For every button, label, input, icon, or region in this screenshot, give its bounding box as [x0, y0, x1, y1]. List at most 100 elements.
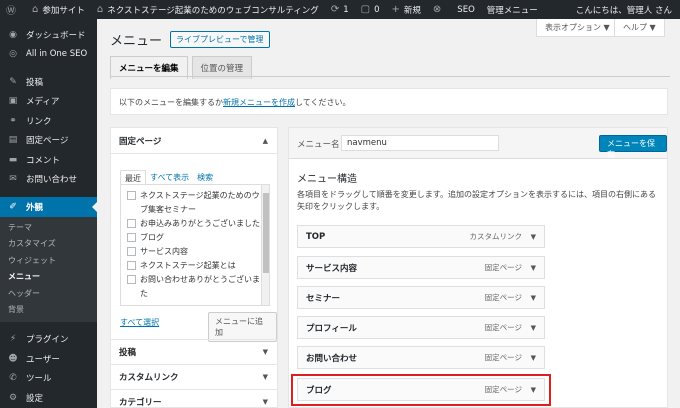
home-icon: ⌂ [96, 4, 104, 15]
menu-management: メニュー名 navmenu メニューを保存 メニュー構造 各項目をドラッグして順… [288, 127, 668, 408]
sidebar-item-links[interactable]: ⚭ リンク [0, 111, 97, 131]
appearance-submenu: テーマ カスタマイズ ウィジェット メニュー ヘッダー 背景 [0, 216, 97, 322]
expand-arrow-icon[interactable]: ▼ [531, 233, 536, 241]
live-preview-button[interactable]: ライブプレビューで管理 [170, 31, 270, 48]
scrollbar-thumb[interactable] [263, 193, 269, 273]
posts-section-header[interactable]: 投稿 ▼ [111, 339, 277, 364]
pin-icon: ✎ [9, 76, 17, 87]
my-sites-link[interactable]: ⌂ 参加サイト [26, 0, 91, 19]
admin-sidebar: ◉ ダッシュボード ◎ All in One SEO ✎ 投稿 ▣ メディア ⚭ リンク … [0, 19, 97, 408]
comments-link[interactable]: ▢ 0 [355, 0, 386, 19]
sidebar-item-appearance[interactable]: ✐ 外観 [0, 197, 97, 217]
wordpress-logo-icon: Ⓦ [6, 6, 16, 17]
new-content-link[interactable]: + 新規 [386, 0, 427, 19]
aioseo-icon: ⊗ [432, 4, 442, 15]
admin-bar: Ⓦ ⌂ 参加サイト ⌂ ネクストステージ起業のためのウェブコンサルティング ⟳ 1 ▢… [0, 0, 680, 19]
updates-icon: ⟳ [330, 4, 340, 15]
menu-item-top[interactable]: TOP カスタムリンク ▼ [297, 225, 545, 248]
categories-section-header[interactable]: カテゴリー ▼ [111, 389, 277, 408]
list-item: ネクストステージ起業とは [121, 259, 269, 273]
wrench-icon: ✆ [9, 373, 17, 384]
sidebar-item-dashboard[interactable]: ◉ ダッシュボード [0, 25, 97, 45]
page-header: メニュー ライブプレビューで管理 [110, 30, 270, 49]
tab-divider [110, 76, 670, 77]
brush-icon: ✐ [9, 201, 17, 212]
menu-item-services[interactable]: サービス内容 固定ページ ▼ [297, 256, 545, 279]
save-menu-button[interactable]: メニューを保存 [599, 135, 667, 159]
submenu-item-widgets[interactable]: ウィジェット [0, 253, 97, 270]
sidebar-item-aioseo[interactable]: ◎ All in One SEO [0, 45, 97, 65]
select-all-link[interactable]: すべて選択 [120, 317, 159, 328]
chevron-down-icon: ▼ [262, 398, 268, 406]
expand-arrow-icon[interactable]: ▼ [531, 354, 536, 362]
page-checkbox[interactable] [127, 261, 136, 270]
chevron-down-icon: ▼ [262, 373, 268, 381]
page-checkbox[interactable] [127, 247, 136, 256]
menu-item-seminar[interactable]: セミナー 固定ページ ▼ [297, 286, 545, 309]
sidebar-item-plugins[interactable]: ⚡ プラグイン [0, 330, 97, 350]
list-item: ネクストステージ起業のためのウェブ集客セミナー [121, 189, 269, 217]
submenu-item-background[interactable]: 背景 [0, 302, 97, 319]
menu-name-label: メニュー名 [297, 140, 340, 150]
sidebar-item-tools[interactable]: ✆ ツール [0, 369, 97, 389]
media-icon: ▣ [8, 96, 18, 107]
page-checkbox[interactable] [127, 233, 136, 242]
updates-link[interactable]: ⟳ 1 [325, 0, 355, 19]
menu-name-input[interactable]: navmenu [341, 135, 499, 151]
sidebar-item-posts[interactable]: ✎ 投稿 [0, 72, 97, 92]
expand-arrow-icon[interactable]: ▼ [531, 294, 536, 302]
page-title: メニュー [110, 34, 163, 49]
help-button[interactable]: ヘルプ ▼ [614, 19, 665, 37]
link-icon: ⚭ [9, 115, 17, 126]
plugin-icon: ⚡ [9, 334, 17, 345]
menu-structure-title: メニュー構造 [297, 174, 357, 185]
expand-arrow-icon[interactable]: ▼ [531, 324, 536, 332]
submenu-item-header[interactable]: ヘッダー [0, 286, 97, 303]
sidebar-item-settings[interactable]: ⚙ 設定 [0, 388, 97, 408]
list-item: ブログ [121, 231, 269, 245]
list-item: お問い合わせありがとうございました [121, 273, 269, 301]
sidebar-item-media[interactable]: ▣ メディア [0, 92, 97, 112]
submenu-item-customize[interactable]: カスタマイズ [0, 236, 97, 253]
add-to-menu-button[interactable]: メニューに追加 [208, 312, 277, 342]
sidebar-item-pages[interactable]: ▤ 固定ページ [0, 131, 97, 151]
menu-structure-description: 各項目をドラッグして順番を変更します。追加の設定オプションを表示するには、項目の… [297, 190, 656, 211]
chevron-down-icon: ▼ [262, 348, 268, 356]
create-new-menu-link[interactable]: 新規メニューを作成 [223, 98, 295, 107]
submenu-item-themes[interactable]: テーマ [0, 220, 97, 237]
highlight-box [291, 374, 551, 406]
aioseo-adminbar-link[interactable]: ⊗ [427, 0, 451, 19]
mail-icon: ✉ [9, 174, 17, 185]
aioseo-icon: ◎ [9, 49, 17, 60]
list-item: お申込みありがとうございました [121, 217, 269, 231]
pages-checklist: ネクストステージ起業のためのウェブ集客セミナー お申込みありがとうございました … [120, 184, 270, 306]
page-checkbox[interactable] [127, 191, 136, 200]
seo-link[interactable]: SEO [451, 0, 480, 19]
expand-arrow-icon[interactable]: ▼ [531, 264, 536, 272]
page-checkbox[interactable] [127, 275, 136, 284]
menu-item-profile[interactable]: プロフィール 固定ページ ▼ [297, 316, 545, 339]
menu-items-accordion: 固定ページ ▲ 最近 すべて表示 検索 ネクストステージ起業のためのウェブ集客セ… [110, 127, 278, 408]
wordpress-logo-button[interactable]: Ⓦ [0, 0, 26, 19]
pages-section-header[interactable]: 固定ページ ▲ [111, 128, 277, 154]
checklist-scrollbar[interactable] [261, 185, 269, 305]
user-icon: ☻ [8, 353, 18, 364]
sidebar-item-users[interactable]: ☻ ユーザー [0, 349, 97, 369]
submenu-item-menus[interactable]: メニュー [0, 269, 97, 286]
menu-item-contact[interactable]: お問い合わせ 固定ページ ▼ [297, 346, 545, 369]
admin-menu-link[interactable]: 管理メニュー [481, 0, 544, 19]
screen-options-button[interactable]: 表示オプション ▼ [536, 19, 619, 37]
comment-icon: ▬ [8, 154, 18, 165]
site-name-link[interactable]: ⌂ ネクストステージ起業のためのウェブコンサルティング [91, 0, 325, 19]
list-item: サービス内容 [121, 245, 269, 259]
sidebar-item-contact[interactable]: ✉ お問い合わせ [0, 170, 97, 190]
multisite-icon: ⌂ [32, 4, 39, 15]
my-account-link[interactable]: こんにちは、管理人 さん [570, 0, 680, 19]
custom-links-section-header[interactable]: カスタムリンク ▼ [111, 364, 277, 389]
manage-menus-notice: 以下のメニューを編集するか新規メニューを作成してください。 [110, 88, 668, 115]
menu-header: メニュー名 navmenu メニューを保存 [289, 128, 667, 159]
chevron-up-icon: ▲ [262, 136, 268, 145]
sidebar-item-comments[interactable]: ▬ コメント [0, 150, 97, 170]
page-checkbox[interactable] [127, 219, 136, 228]
page-icon: ▤ [8, 135, 18, 146]
